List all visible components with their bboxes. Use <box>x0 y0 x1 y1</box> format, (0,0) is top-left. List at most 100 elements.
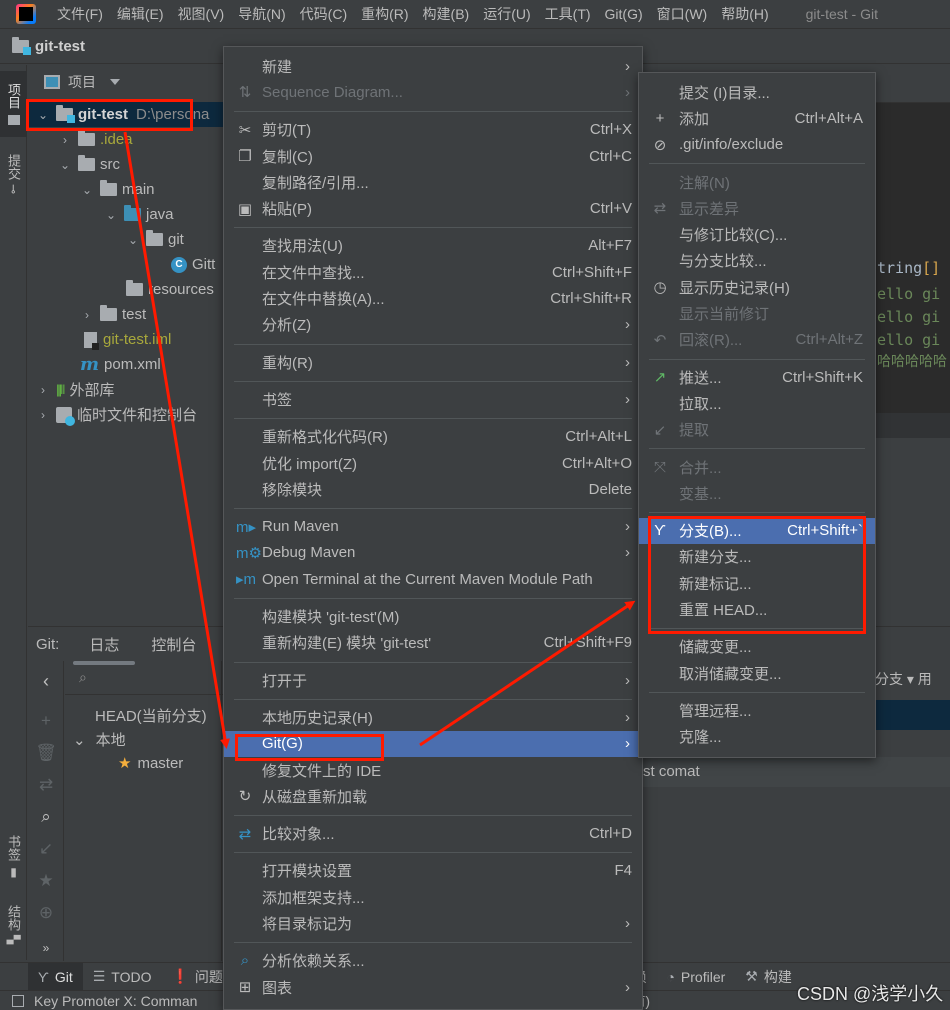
tree-item-test[interactable]: › test <box>80 302 146 327</box>
menu-item-19[interactable]: 移除模块 Delete <box>224 476 642 502</box>
add-branch-icon[interactable]: + <box>28 711 64 731</box>
menu-item-r[interactable]: ↶ 回滚(R)... Ctrl+Alt+Z <box>639 327 875 353</box>
menu-item-u[interactable]: 查找用法(U) Alt+F7 <box>224 233 642 259</box>
chevron-down-icon[interactable]: ⌄ <box>73 732 86 749</box>
menu-item-p[interactable]: ▣ 粘贴(P) Ctrl+V <box>224 196 642 222</box>
menu-tools[interactable]: 工具(T) <box>538 4 598 24</box>
tree-item-resources[interactable]: resources <box>126 277 214 302</box>
tool-tab-commit[interactable]: 提交 ⊸ <box>0 141 27 207</box>
more-icon[interactable]: » <box>28 941 64 955</box>
tree-item-scratches[interactable]: › 临时文件和控制台 <box>36 402 197 427</box>
menu-view[interactable]: 视图(V) <box>171 4 232 24</box>
toggle-panels-icon[interactable] <box>12 994 24 1007</box>
menu-code[interactable]: 代码(C) <box>293 4 354 24</box>
menu-item-e-git-test[interactable]: 重新构建(E) 模块 'git-test' Ctrl+Shift+F9 <box>224 630 642 656</box>
tree-item-java[interactable]: ⌄ java <box>104 202 174 227</box>
chevron-down-icon[interactable]: ⌄ <box>58 158 72 172</box>
menu-item-41[interactable]: ⌕ 分析依赖关系... <box>224 948 642 974</box>
menu-item-run-maven[interactable]: m▸ Run Maven › <box>224 514 642 540</box>
menu-item-13[interactable]: 拉取... <box>639 390 875 416</box>
menu-item-14[interactable]: ↙ 提取 <box>639 417 875 443</box>
menu-item-n[interactable]: 注解(N) <box>639 169 875 195</box>
tree-item-class[interactable]: C Gitt <box>171 252 215 277</box>
menu-item-i[interactable]: 提交 (I)目录... <box>639 79 875 105</box>
compare-icon[interactable]: ⇄ <box>28 775 64 795</box>
menu-run[interactable]: 运行(U) <box>476 4 537 24</box>
menu-item-24[interactable]: 储藏变更... <box>639 634 875 660</box>
branch-group-local[interactable]: ⌄ 本地 <box>73 729 126 750</box>
bottom-tab-build[interactable]: ⚒ 构建 <box>735 963 802 991</box>
menu-item-17[interactable]: 变基... <box>639 480 875 506</box>
menu-item-33[interactable]: ↻ 从磁盘重新加载 <box>224 783 642 809</box>
menu-item-git-test-m[interactable]: 构建模块 'git-test'(M) <box>224 603 642 629</box>
menu-build[interactable]: 构建(B) <box>416 4 477 24</box>
menu-item-git-info-exclude[interactable]: ⊘ .git/info/exclude <box>639 132 875 158</box>
tab-console[interactable]: 控制台 <box>149 628 198 661</box>
menu-item-27[interactable]: 管理远程... <box>639 697 875 723</box>
menu-navigate[interactable]: 导航(N) <box>231 4 292 24</box>
menu-item-h[interactable]: 本地历史记录(H) › <box>224 704 642 730</box>
menu-item-t[interactable]: ✂ 剪切(T) Ctrl+X <box>224 117 642 143</box>
menu-item-15[interactable]: 书签 › <box>224 386 642 412</box>
menu-window[interactable]: 窗口(W) <box>650 4 715 24</box>
menu-item-1[interactable]: + 添加 Ctrl+Alt+A <box>639 105 875 131</box>
menu-item-42[interactable]: ⊞ 图表 › <box>224 974 642 1000</box>
tree-item-src[interactable]: ⌄ src <box>58 152 120 177</box>
breadcrumb-project[interactable]: git-test <box>35 38 85 55</box>
chevron-right-icon[interactable]: › <box>36 408 50 422</box>
fetch-icon[interactable]: ↙ <box>28 839 64 859</box>
menu-item-a[interactable]: 在文件中替换(A)... Ctrl+Shift+R <box>224 285 642 311</box>
menu-item-37[interactable]: 打开模块设置 F4 <box>224 858 642 884</box>
menu-item-9[interactable]: 在文件中查找... Ctrl+Shift+F <box>224 259 642 285</box>
menu-item-28[interactable]: 打开于 › <box>224 667 642 693</box>
chevron-down-icon[interactable]: ⌄ <box>126 233 140 247</box>
search-icon[interactable]: ⌕ <box>28 807 64 827</box>
menu-item-28[interactable]: 克隆... <box>639 724 875 750</box>
menu-item-9[interactable]: 显示当前修订 <box>639 300 875 326</box>
menu-git[interactable]: Git(G) <box>598 6 650 22</box>
menu-item-39[interactable]: 将目录标记为 › <box>224 910 642 936</box>
log-selected-row[interactable] <box>873 700 950 730</box>
tree-item-pom[interactable]: m pom.xml <box>80 352 161 377</box>
bottom-tab-git[interactable]: Ƴ Git <box>28 962 83 991</box>
bottom-tab-profiler[interactable]: ◔ Profiler <box>656 963 735 991</box>
menu-item-import-z[interactable]: 优化 import(Z) Ctrl+Alt+O <box>224 450 642 476</box>
menu-item-c[interactable]: ❐ 复制(C) Ctrl+C <box>224 143 642 169</box>
favorite-icon[interactable]: ★ <box>28 871 64 891</box>
menu-item-sequence-diagram[interactable]: ⇅ Sequence Diagram... › <box>224 79 642 105</box>
branch-head[interactable]: HEAD(当前分支) <box>95 705 207 726</box>
menu-item-16[interactable]: ⤧ 合并... <box>639 454 875 480</box>
log-filter-branch[interactable]: 分支 ▾ 用 <box>875 669 932 689</box>
menu-item-7[interactable]: 与分支比较... <box>639 248 875 274</box>
menu-item-25[interactable]: 取消储藏变更... <box>639 660 875 686</box>
menu-file[interactable]: 文件(F) <box>50 4 110 24</box>
menu-item-38[interactable]: 添加框架支持... <box>224 884 642 910</box>
tree-item-main[interactable]: ⌄ main <box>80 177 155 202</box>
menu-item-r[interactable]: 重新格式化代码(R) Ctrl+Alt+L <box>224 424 642 450</box>
menu-item-5[interactable]: ⇄ 显示差异 <box>639 195 875 221</box>
chevron-down-icon[interactable]: ⌄ <box>104 208 118 222</box>
tree-item-external-libs[interactable]: › |||‖ 外部库 <box>36 377 115 402</box>
tab-log[interactable]: 日志 <box>73 628 136 665</box>
menu-item-0[interactable]: 新建 › <box>224 53 642 79</box>
chevron-right-icon[interactable]: › <box>58 133 72 147</box>
menu-item-r[interactable]: 重构(R) › <box>224 349 642 375</box>
menu-refactor[interactable]: 重构(R) <box>354 4 415 24</box>
menu-item-12[interactable]: ↗ 推送... Ctrl+Shift+K <box>639 364 875 390</box>
menu-item-debug-maven[interactable]: m⚙ Debug Maven › <box>224 540 642 566</box>
tree-item-git-package[interactable]: ⌄ git <box>126 227 184 252</box>
branch-master[interactable]: ★ master <box>118 754 183 772</box>
chevron-right-icon[interactable]: › <box>36 383 50 397</box>
target-icon[interactable]: ⊕ <box>28 903 64 923</box>
menu-item-5[interactable]: 复制路径/引用... <box>224 169 642 195</box>
menu-help[interactable]: 帮助(H) <box>714 4 775 24</box>
menu-edit[interactable]: 编辑(E) <box>110 4 171 24</box>
menu-item-z[interactable]: 分析(Z) › <box>224 312 642 338</box>
bottom-tab-todo[interactable]: ☰ TODO <box>83 963 162 991</box>
collapse-icon[interactable]: ‹ <box>28 671 64 692</box>
menu-item-35[interactable]: ⇄ 比较对象... Ctrl+D <box>224 821 642 847</box>
delete-icon[interactable]: 🗑 <box>28 743 64 763</box>
tool-tab-project[interactable]: 项目 <box>0 71 27 137</box>
tool-tab-structure[interactable]: 结构 ▚ <box>0 895 27 955</box>
menu-item-c[interactable]: 与修订比较(C)... <box>639 222 875 248</box>
